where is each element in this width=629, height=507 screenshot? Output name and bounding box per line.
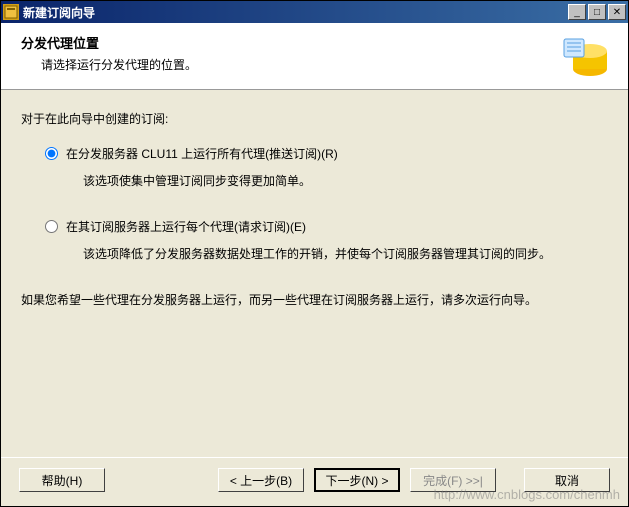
minimize-button[interactable]: _ [568,4,586,20]
titlebar: 新建订阅向导 _ □ ✕ [1,1,628,23]
option-push: 在分发服务器 CLU11 上运行所有代理(推送订阅)(R) 该选项使集中管理订阅… [45,145,608,190]
wizard-icon [560,33,608,81]
intro-text: 对于在此向导中创建的订阅: [21,110,608,127]
option-push-label: 在分发服务器 CLU11 上运行所有代理(推送订阅)(R) [66,145,338,162]
button-bar: 帮助(H) < 上一步(B) 下一步(N) > 完成(F) >>| 取消 htt… [1,457,628,506]
option-push-desc: 该选项使集中管理订阅同步变得更加简单。 [45,172,608,190]
option-push-row[interactable]: 在分发服务器 CLU11 上运行所有代理(推送订阅)(R) [45,145,608,162]
window-controls: _ □ ✕ [568,4,626,20]
footer-note: 如果您希望一些代理在分发服务器上运行，而另一些代理在订阅服务器上运行，请多次运行… [21,291,608,310]
cancel-button[interactable]: 取消 [524,468,610,492]
finish-button: 完成(F) >>| [410,468,496,492]
help-button[interactable]: 帮助(H) [19,468,105,492]
wizard-header: 分发代理位置 请选择运行分发代理的位置。 [1,23,628,90]
option-pull-label: 在其订阅服务器上运行每个代理(请求订阅)(E) [66,218,306,235]
app-icon [3,4,19,20]
header-subtitle: 请选择运行分发代理的位置。 [21,56,560,73]
option-pull: 在其订阅服务器上运行每个代理(请求订阅)(E) 该选项降低了分发服务器数据处理工… [45,218,608,263]
wizard-content: 对于在此向导中创建的订阅: 在分发服务器 CLU11 上运行所有代理(推送订阅)… [1,90,628,457]
option-pull-radio[interactable] [45,220,58,233]
close-button[interactable]: ✕ [608,4,626,20]
option-pull-row[interactable]: 在其订阅服务器上运行每个代理(请求订阅)(E) [45,218,608,235]
option-push-radio[interactable] [45,147,58,160]
header-text: 分发代理位置 请选择运行分发代理的位置。 [21,33,560,81]
maximize-button[interactable]: □ [588,4,606,20]
header-title: 分发代理位置 [21,33,560,52]
radio-group: 在分发服务器 CLU11 上运行所有代理(推送订阅)(R) 该选项使集中管理订阅… [21,145,608,263]
option-pull-desc: 该选项降低了分发服务器数据处理工作的开销，并使每个订阅服务器管理其订阅的同步。 [45,245,608,263]
back-button[interactable]: < 上一步(B) [218,468,304,492]
wizard-window: 新建订阅向导 _ □ ✕ 分发代理位置 请选择运行分发代理的位置。 对于在此向导… [0,0,629,507]
window-title: 新建订阅向导 [23,4,568,21]
next-button[interactable]: 下一步(N) > [314,468,400,492]
